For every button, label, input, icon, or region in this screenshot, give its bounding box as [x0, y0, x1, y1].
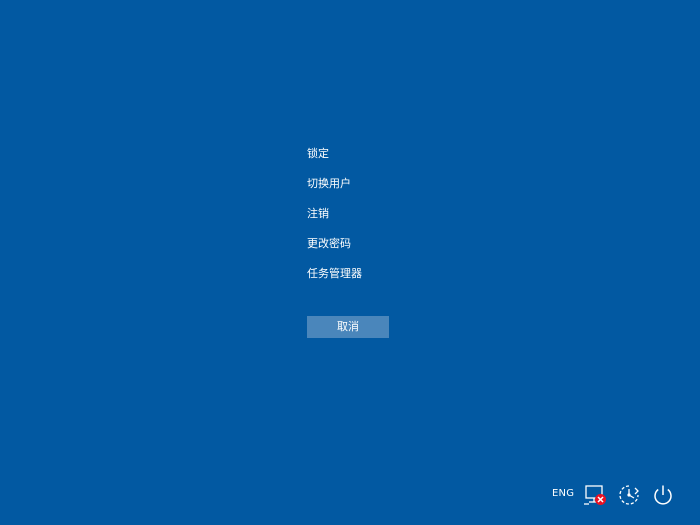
menu-item-lock[interactable]: 锁定: [307, 144, 362, 174]
menu-item-task-manager[interactable]: 任务管理器: [307, 264, 362, 294]
menu-item-switch-user[interactable]: 切换用户: [307, 174, 362, 204]
ease-of-access-icon[interactable]: [616, 482, 642, 508]
menu-item-sign-out[interactable]: 注销: [307, 204, 362, 234]
network-disconnected-icon[interactable]: [583, 482, 609, 508]
power-icon[interactable]: [650, 482, 676, 508]
language-indicator[interactable]: ENG: [552, 488, 574, 500]
menu-item-change-password[interactable]: 更改密码: [307, 234, 362, 264]
security-options-menu: 锁定 切换用户 注销 更改密码 任务管理器: [307, 144, 362, 294]
cancel-button[interactable]: 取消: [307, 316, 389, 338]
